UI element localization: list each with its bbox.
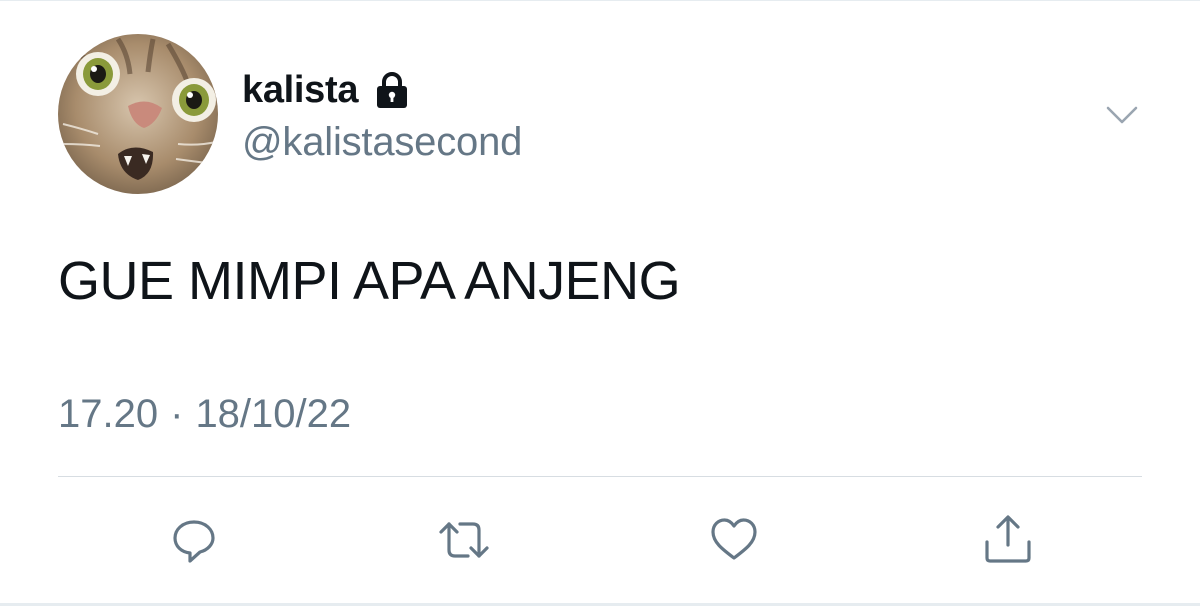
heart-icon [711, 518, 757, 560]
tweet-date: 18/10/22 [195, 392, 352, 436]
share-button[interactable] [980, 512, 1036, 568]
author-handle[interactable]: @kalistasecond [242, 120, 522, 165]
timestamp-separator: · [170, 392, 184, 436]
avatar[interactable] [58, 34, 218, 194]
tweet-timestamp[interactable]: 17.20 · 18/10/22 [58, 392, 351, 437]
author-name-row: kalista [242, 66, 412, 114]
chevron-down-icon [1106, 106, 1138, 124]
author-display-name[interactable]: kalista [242, 69, 359, 112]
tweet-text: GUE MIMPI APA ANJENG [58, 251, 681, 311]
tweet-time: 17.20 [58, 392, 159, 436]
retweet-button[interactable] [436, 512, 492, 568]
action-divider [58, 476, 1142, 477]
more-options-button[interactable] [1102, 100, 1142, 130]
reply-button[interactable] [166, 512, 222, 568]
speech-bubble-icon [173, 520, 215, 563]
like-button[interactable] [706, 512, 762, 568]
retweet-arrows-icon [439, 522, 489, 558]
top-border [0, 0, 1200, 1]
share-upload-icon [985, 515, 1031, 563]
lock-icon [372, 70, 412, 110]
cat-face-avatar-image [58, 34, 218, 194]
